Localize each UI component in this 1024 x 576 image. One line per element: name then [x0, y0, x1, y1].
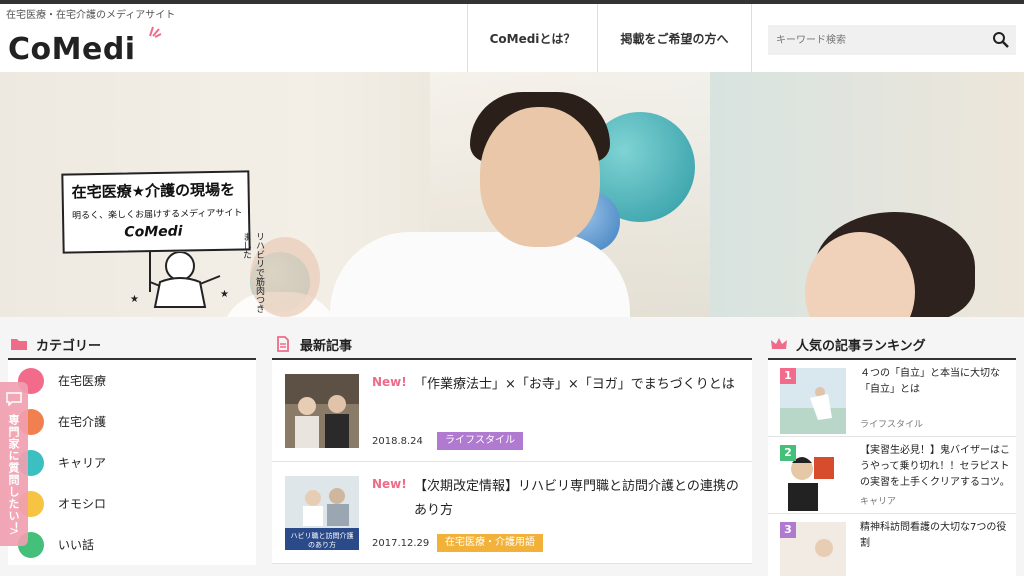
ranking-category: キャリア: [860, 497, 897, 507]
ranking-title-text[interactable]: 精神科訪問看護の大切な7つの役割: [860, 520, 1010, 552]
category-item-good-story[interactable]: いい話: [8, 524, 256, 565]
category-section: カテゴリー 在宅医療 在宅介護 キャリア オモシロ いい話: [8, 330, 256, 565]
thumb-caption-1: ハビリ職と訪問介護: [291, 531, 354, 540]
category-label: いい話: [58, 538, 95, 552]
category-item-home-care[interactable]: 在宅介護: [8, 401, 256, 442]
ask-expert-tab[interactable]: 専門家に質問したい！ >: [0, 382, 28, 546]
latest-section: 最新記事 New! 「作業療法士」×「お寺」×「ヨガ」でまちづくりとは 2018…: [272, 330, 752, 564]
document-icon: [277, 336, 289, 352]
search-box: [768, 25, 1016, 55]
svg-text:★: ★: [220, 289, 229, 300]
category-item-funny[interactable]: オモシロ: [8, 483, 256, 524]
search-icon[interactable]: [992, 31, 1010, 49]
post-title[interactable]: 【次期改定情報】リハビリ専門職と訪問介護との連携のあり方: [414, 475, 744, 523]
category-label: 在宅医療: [58, 374, 107, 388]
post-tag[interactable]: ライフスタイル: [437, 432, 523, 450]
post-item[interactable]: ハビリ職と訪問介護 のあり方 New! 【次期改定情報】リハビリ専門職と訪問介護…: [272, 462, 752, 564]
rank-badge: 2: [780, 445, 796, 461]
ranking-item[interactable]: 2 【実習生必見！】鬼バイザーはこうやって乗り切れ！！セラピストの実習を上手くク…: [768, 437, 1016, 514]
hero-therapist-face: [480, 107, 600, 247]
post-tag[interactable]: 在宅医療・介護用語: [437, 534, 543, 552]
latest-heading: 最新記事: [272, 330, 752, 360]
rank-badge: 1: [780, 368, 796, 384]
ask-expert-label: 専門家に質問したい！: [7, 414, 20, 534]
hero-sign-heading: 在宅医療★介護の現場を: [71, 180, 236, 202]
chat-bubble-icon: [6, 392, 22, 406]
hero-sign-subheading: 明るく、楽しくお届けするメディアサイト: [71, 208, 243, 222]
folder-icon: [11, 339, 27, 350]
hero-therapist-body: [330, 232, 630, 317]
ranking-item[interactable]: 3 精神科訪問看護の大切な7つの役割: [768, 514, 1016, 576]
ranking-item[interactable]: 1 ４つの「自立」と本当に大切な「自立」とは ライフスタイル: [768, 360, 1016, 437]
category-label: 在宅介護: [58, 415, 107, 429]
post-list: New! 「作業療法士」×「お寺」×「ヨガ」でまちづくりとは 2018.8.24…: [272, 360, 752, 564]
post-thumbnail[interactable]: [285, 374, 359, 448]
rank-badge: 3: [780, 522, 796, 538]
new-badge: New!: [372, 477, 407, 491]
category-item-career[interactable]: キャリア: [8, 442, 256, 483]
ranking-title: 人気の記事ランキング: [796, 338, 926, 354]
nav-advertise[interactable]: 掲載をご希望の方へ: [597, 4, 752, 72]
search-input[interactable]: [768, 25, 978, 55]
ranking-category: ライフスタイル: [860, 420, 924, 430]
mascot-speech: リハビリで筋肉つきました: [241, 232, 264, 313]
category-label: キャリア: [58, 456, 107, 470]
nav-about[interactable]: CoMediとは？: [467, 4, 597, 72]
ranking-title-text[interactable]: ４つの「自立」と本当に大切な「自立」とは: [860, 366, 1010, 398]
site-tagline: 在宅医療・在宅介護のメディアサイト: [6, 10, 176, 21]
post-item[interactable]: New! 「作業療法士」×「お寺」×「ヨガ」でまちづくりとは 2018.8.24…: [272, 360, 752, 462]
mascot-illustration: ★ ★: [130, 252, 229, 308]
ranking-heading: 人気の記事ランキング: [768, 330, 1016, 360]
category-title: カテゴリー: [36, 338, 102, 354]
post-date: 2017.12.29: [372, 538, 430, 549]
post-date: 2018.8.24: [372, 436, 423, 447]
chevron-right-icon: >: [9, 524, 20, 538]
category-heading: カテゴリー: [8, 330, 256, 360]
category-label: オモシロ: [58, 497, 107, 511]
category-list: 在宅医療 在宅介護 キャリア オモシロ いい話: [8, 360, 256, 565]
latest-title: 最新記事: [300, 338, 353, 354]
thumb-caption-2: のあり方: [308, 540, 336, 549]
ranking-list: 1 ４つの「自立」と本当に大切な「自立」とは ライフスタイル 2 【実習生必見！…: [768, 360, 1016, 576]
site-header: 在宅医療・在宅介護のメディアサイト CoMedi CoMediとは？ 掲載をご希…: [0, 4, 1024, 72]
ranking-section: 人気の記事ランキング 1 ４つの「自立」と本当に大切な「自立」とは ライフスタイ…: [768, 330, 1016, 576]
ranking-title-text[interactable]: 【実習生必見！】鬼バイザーはこうやって乗り切れ！！セラピストの実習を上手くクリア…: [860, 443, 1010, 491]
post-thumbnail[interactable]: ハビリ職と訪問介護 のあり方: [285, 476, 359, 550]
svg-text:★: ★: [130, 294, 139, 305]
category-item-home-medical[interactable]: 在宅医療: [8, 360, 256, 401]
crown-icon: [771, 338, 787, 349]
new-badge: New!: [372, 375, 407, 389]
hero-banner[interactable]: 在宅医療★介護の現場を 明るく、楽しくお届けするメディアサイト CoMedi ★…: [0, 72, 1024, 317]
site-logo[interactable]: CoMedi: [8, 32, 136, 67]
post-title[interactable]: 「作業療法士」×「お寺」×「ヨガ」でまちづくりとは: [414, 373, 744, 397]
hero-sign: 在宅医療★介護の現場を 明るく、楽しくお届けするメディアサイト CoMedi: [61, 170, 251, 254]
hero-sign-logo: CoMedi: [124, 223, 183, 241]
logo-spark-icon: [149, 26, 162, 38]
